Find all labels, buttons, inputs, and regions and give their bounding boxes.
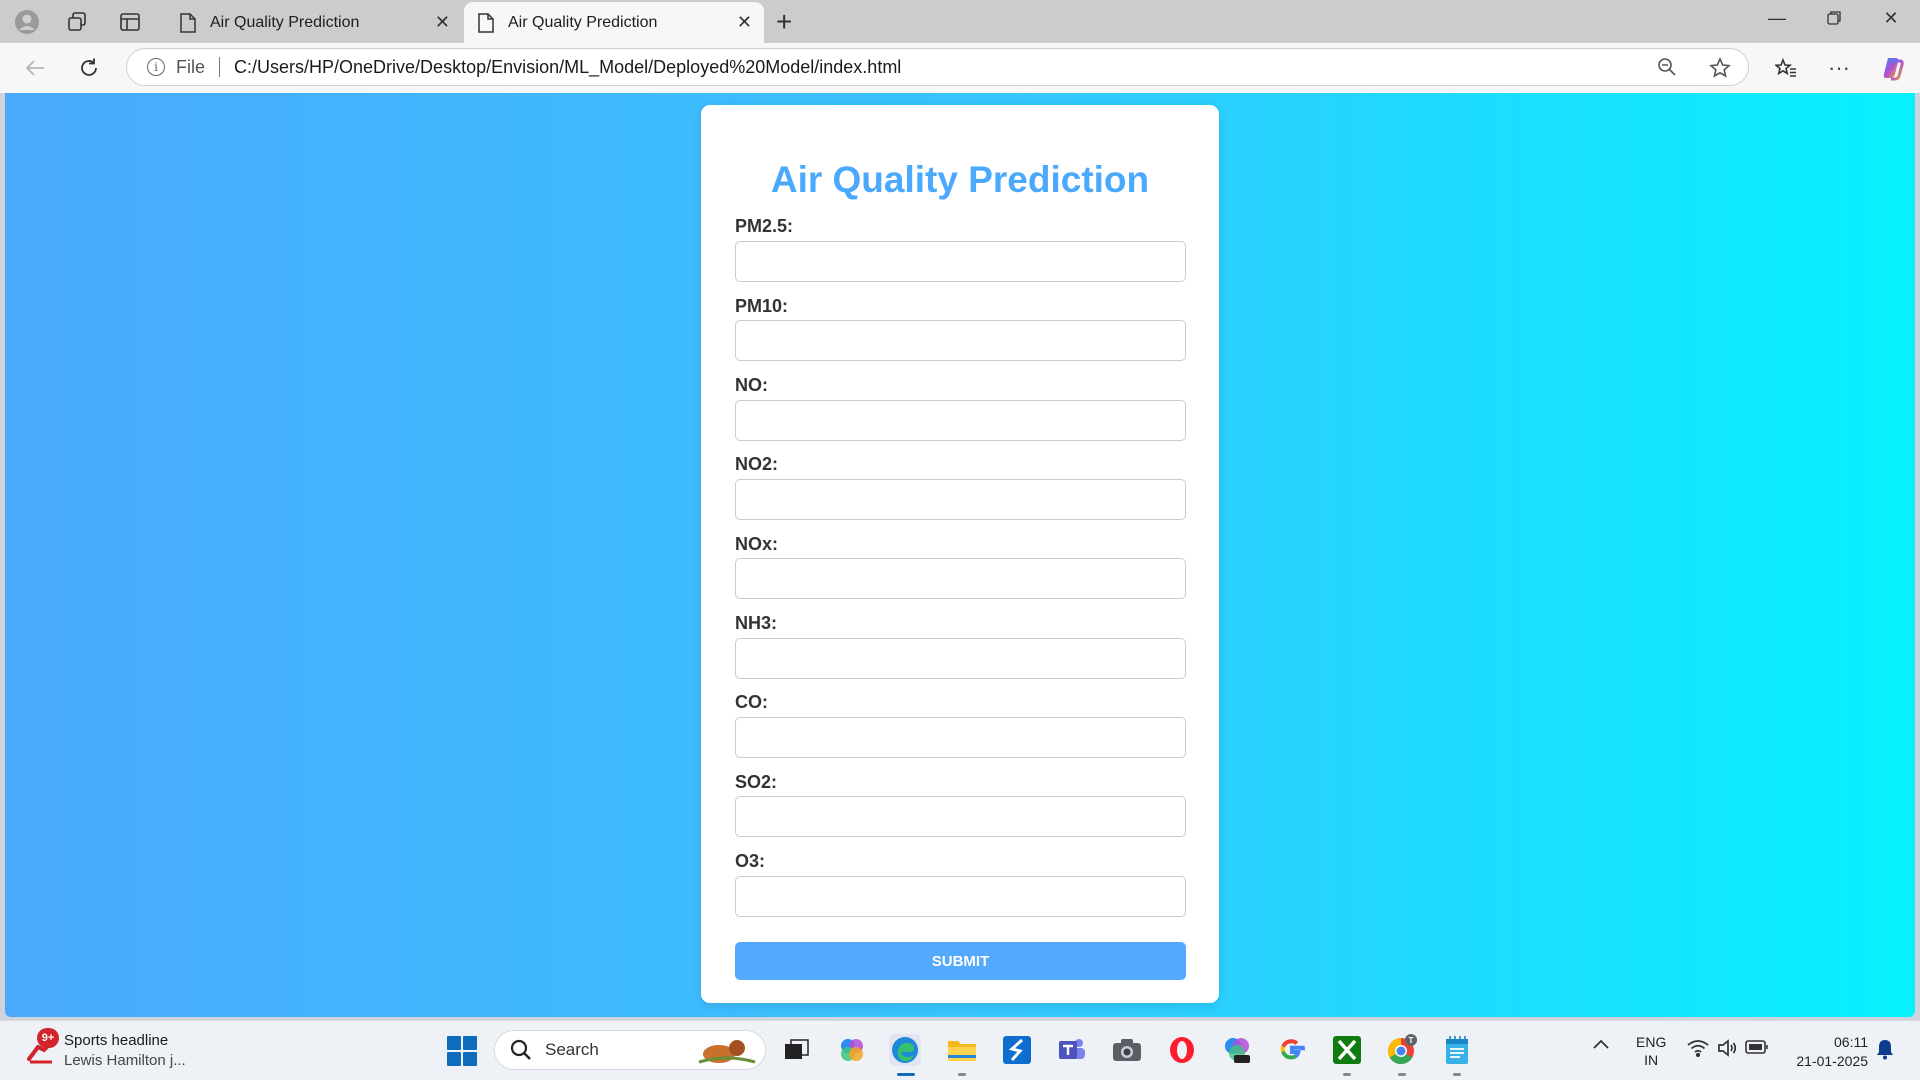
pm10-label: PM10:	[735, 296, 789, 316]
opera-icon[interactable]	[1166, 1034, 1198, 1066]
co-input[interactable]	[735, 717, 1186, 758]
no2-input[interactable]	[735, 479, 1186, 520]
submit-button[interactable]: SUBMIT	[735, 942, 1186, 980]
chrome-icon[interactable]: T	[1386, 1034, 1418, 1066]
address-bar[interactable]: i File C:/Users/HP/OneDrive/Desktop/Envi…	[126, 48, 1749, 86]
language-indicator[interactable]: ENG IN	[1636, 1033, 1666, 1069]
restore-icon[interactable]	[1822, 10, 1846, 31]
teams-icon[interactable]	[1056, 1034, 1088, 1066]
task-view-icon[interactable]	[781, 1034, 813, 1066]
copilot-app-icon[interactable]	[836, 1034, 868, 1066]
m365-icon[interactable]	[1221, 1034, 1253, 1066]
news-badge: 9+	[37, 1028, 59, 1048]
google-icon[interactable]	[1276, 1034, 1308, 1066]
co-label: CO:	[735, 692, 768, 712]
file-explorer-icon[interactable]	[946, 1034, 978, 1066]
clock-time: 06:11	[1834, 1034, 1868, 1050]
running-app-indicator	[958, 1073, 966, 1076]
start-tile	[447, 1052, 461, 1066]
vertical-tabs-icon[interactable]	[116, 8, 144, 36]
scheme-label: File	[176, 56, 206, 77]
refresh-icon[interactable]	[75, 54, 103, 82]
window-close-icon[interactable]: ✕	[1879, 8, 1903, 29]
edge-browser-icon[interactable]	[889, 1034, 921, 1066]
active-app-indicator	[897, 1073, 915, 1076]
new-tab-icon[interactable]: +	[776, 6, 792, 38]
favorite-star-icon[interactable]	[1709, 57, 1731, 85]
system-clock[interactable]: 06:11 21-01-2025	[1786, 1033, 1868, 1071]
running-app-indicator	[1343, 1073, 1351, 1076]
start-tile	[447, 1036, 461, 1050]
search-icon	[510, 1039, 531, 1060]
pm10-input[interactable]	[735, 320, 1186, 361]
prediction-form-card: Air Quality Prediction PM2.5: PM10: NO: …	[701, 105, 1219, 1003]
profile-icon[interactable]	[13, 8, 41, 36]
wifi-icon[interactable]	[1687, 1039, 1709, 1061]
battery-icon[interactable]	[1745, 1040, 1769, 1058]
tab-active[interactable]: Air Quality Prediction ✕	[464, 2, 764, 43]
nh3-label: NH3:	[735, 613, 778, 633]
search-highlight-art-icon	[698, 1040, 756, 1064]
zoom-icon[interactable]	[1657, 57, 1677, 83]
taskbar: 9+ Sports headline Lewis Hamilton j... S…	[0, 1020, 1920, 1080]
notepad-icon[interactable]	[1441, 1034, 1473, 1066]
sublime-style-app-icon[interactable]	[1001, 1034, 1033, 1066]
address-url[interactable]: C:/Users/HP/OneDrive/Desktop/Envision/ML…	[234, 57, 901, 78]
start-tile	[463, 1052, 477, 1066]
language-region: IN	[1644, 1052, 1659, 1068]
browser-tabstrip: Air Quality Prediction ✕ Air Quality Pre…	[0, 0, 1920, 43]
o3-label: O3:	[735, 851, 766, 871]
document-icon	[478, 12, 494, 33]
browser-toolbar: i File C:/Users/HP/OneDrive/Desktop/Envi…	[0, 43, 1920, 93]
nox-input[interactable]	[735, 558, 1186, 599]
news-subtitle: Lewis Hamilton j...	[64, 1052, 186, 1069]
clock-date: 21-01-2025	[1796, 1053, 1868, 1069]
so2-label: SO2:	[735, 772, 778, 792]
tab-close-icon[interactable]: ✕	[435, 12, 450, 33]
back-icon[interactable]	[21, 54, 49, 82]
pm25-label: PM2.5:	[735, 216, 794, 236]
more-menu-icon[interactable]: ···	[1825, 54, 1853, 82]
no-input[interactable]	[735, 400, 1186, 441]
no2-label: NO2:	[735, 454, 779, 474]
document-icon	[180, 12, 196, 33]
tab-title: Air Quality Prediction	[508, 13, 658, 31]
nox-label: NOx:	[735, 534, 779, 554]
nh3-input[interactable]	[735, 638, 1186, 679]
pm25-input[interactable]	[735, 241, 1186, 282]
taskbar-search[interactable]: Search	[494, 1030, 766, 1070]
page-title: Air Quality Prediction	[770, 159, 1150, 200]
tab-title: Air Quality Prediction	[210, 13, 360, 31]
news-title: Sports headline	[64, 1032, 169, 1049]
favorites-icon[interactable]	[1772, 54, 1800, 82]
so2-input[interactable]	[735, 796, 1186, 837]
minimize-icon[interactable]: —	[1765, 8, 1789, 29]
copilot-icon[interactable]	[1879, 54, 1907, 82]
show-hidden-icons-icon[interactable]	[1592, 1037, 1610, 1055]
start-button[interactable]	[447, 1036, 477, 1066]
volume-icon[interactable]	[1717, 1039, 1737, 1061]
start-tile	[463, 1036, 477, 1050]
address-separator	[219, 57, 221, 77]
running-app-indicator	[1398, 1073, 1406, 1076]
svg-text:T: T	[1409, 1036, 1414, 1045]
no-label: NO:	[735, 375, 768, 395]
camera-icon[interactable]	[1111, 1034, 1143, 1066]
tab-inactive[interactable]: Air Quality Prediction ✕	[166, 2, 462, 43]
search-label: Search	[545, 1040, 599, 1059]
notification-bell-icon[interactable]	[1876, 1038, 1894, 1064]
tab-close-icon[interactable]: ✕	[737, 12, 752, 33]
xbox-icon[interactable]	[1331, 1034, 1363, 1066]
page-viewport: Air Quality Prediction PM2.5: PM10: NO: …	[5, 93, 1915, 1017]
workspaces-icon[interactable]	[63, 8, 91, 36]
o3-input[interactable]	[735, 876, 1186, 917]
info-icon[interactable]: i	[147, 58, 165, 76]
language-code: ENG	[1636, 1034, 1667, 1050]
running-app-indicator	[1453, 1073, 1461, 1076]
